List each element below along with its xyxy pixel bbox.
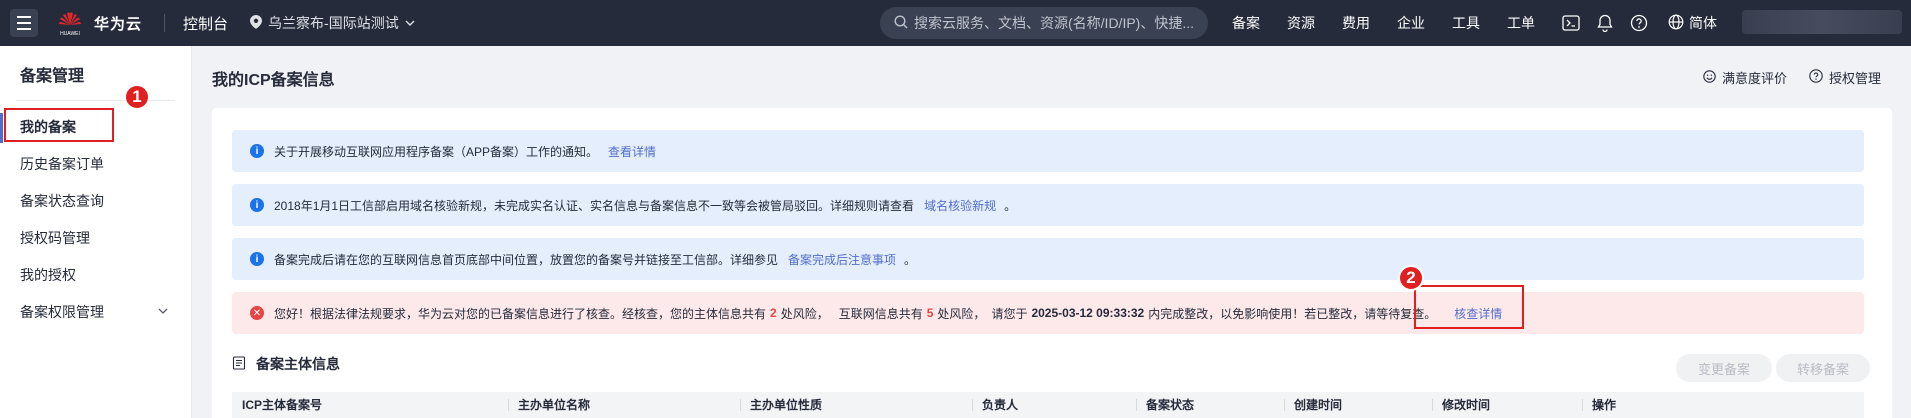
sidebar-item-status-query[interactable]: 备案状态查询 — [0, 183, 191, 220]
console-link[interactable]: 控制台 — [183, 13, 228, 34]
smiley-icon — [1703, 69, 1716, 86]
terminal-icon[interactable] — [1562, 14, 1580, 32]
help-icon[interactable] — [1630, 14, 1648, 32]
col-actions: 操作 — [1582, 392, 1616, 418]
language-selector[interactable]: 简体 — [1668, 13, 1717, 33]
sidebar-item-label: 备案权限管理 — [20, 304, 104, 320]
header-links: 满意度评价 授权管理 — [1703, 68, 1881, 87]
nav-billing[interactable]: 费用 — [1342, 13, 1370, 33]
sidebar-item-label: 备案状态查询 — [20, 193, 104, 209]
sidebar-item-label: 授权码管理 — [20, 230, 90, 246]
sidebar-item-auth-code[interactable]: 授权码管理 — [0, 220, 191, 257]
table-header: ICP主体备案号 主办单位名称 主办单位性质 负责人 备案状态 创建时间 修改时… — [232, 392, 1864, 418]
sidebar-item-my-auth[interactable]: 我的授权 — [0, 257, 191, 294]
auth-management-label: 授权管理 — [1828, 71, 1881, 86]
col-modified: 修改时间 — [1432, 392, 1490, 418]
nav-filing[interactable]: 备案 — [1232, 13, 1260, 33]
col-owner: 负责人 — [972, 392, 1018, 418]
user-account-blurred[interactable] — [1742, 10, 1902, 34]
after-filing-link[interactable]: 备案完成后注意事项 — [788, 251, 896, 268]
menu-icon[interactable] — [10, 9, 38, 37]
risk-text-3: 互联网信息共有 — [838, 306, 923, 321]
bell-icon[interactable] — [1596, 14, 1614, 32]
col-org-name: 主办单位名称 — [508, 392, 590, 418]
brand-name: 华为云 — [94, 15, 143, 33]
sidebar-item-permission-mgmt[interactable]: 备案权限管理 — [0, 294, 191, 331]
divider — [164, 14, 166, 32]
notice-suffix: 。 — [904, 252, 917, 267]
transfer-filing-button[interactable]: 转移备案 — [1776, 354, 1870, 382]
info-icon: i — [250, 252, 264, 266]
notice-domain-rule: i 2018年1月1日工信部启用域名核验新规，未完成实名认证、实名信息与备案信息… — [232, 184, 1864, 226]
change-filing-button[interactable]: 变更备案 — [1676, 354, 1772, 382]
annotation-badge-2: 2 — [1398, 265, 1424, 291]
info-icon: i — [250, 198, 264, 212]
section-header: 备案主体信息 — [232, 354, 340, 374]
notice-text: 关于开展移动互联网应用程序备案（APP备案）工作的通知。 — [274, 144, 599, 159]
col-created: 创建时间 — [1284, 392, 1342, 418]
risk-text-6: 内完成整改，以免影响使用！若已整改，请等待复查。 — [1148, 306, 1437, 321]
notice-app-filing: i 关于开展移动互联网应用程序备案（APP备案）工作的通知。 查看详情 — [232, 130, 1864, 172]
risk-text-5: 请您于 — [991, 306, 1028, 321]
sidebar-item-label: 我的授权 — [20, 267, 76, 283]
annotation-box-2 — [1414, 285, 1524, 329]
notice-text: 2018年1月1日工信部启用域名核验新规，未完成实名认证、实名信息与备案信息不一… — [274, 198, 915, 213]
view-details-link[interactable]: 查看详情 — [608, 143, 656, 160]
document-icon — [232, 355, 246, 373]
sidebar: 备案管理 我的备案 历史备案订单 备案状态查询 授权码管理 我的授权 备案权限管… — [0, 46, 192, 418]
nav-resources[interactable]: 资源 — [1287, 13, 1315, 33]
chevron-down-icon — [157, 294, 169, 331]
risk-text-1: 您好！根据法律法规要求，华为云对您的已备案信息进行了核查。经核查，您的主体信息共… — [274, 306, 767, 321]
rating-link[interactable]: 满意度评价 — [1703, 68, 1787, 87]
col-org-type: 主办单位性质 — [740, 392, 822, 418]
region-selector[interactable]: 乌兰察布-国际站测试 — [250, 13, 415, 33]
chevron-down-icon — [405, 15, 415, 31]
rating-label: 满意度评价 — [1721, 71, 1787, 86]
risk-text-2: 处风险， — [780, 306, 829, 321]
domain-rule-link[interactable]: 域名核验新规 — [924, 197, 996, 214]
globe-icon — [1668, 14, 1684, 33]
annotation-badge-1: 1 — [124, 84, 150, 110]
notice-text: 备案完成后请在您的互联网信息首页底部中间位置，放置您的备案号并链接至工信部。详细… — [274, 252, 779, 267]
nav-tools[interactable]: 工具 — [1452, 13, 1480, 33]
huawei-cloud-logo[interactable]: HUAWEI 华为云 — [56, 9, 142, 37]
top-nav: 备案 资源 费用 企业 工具 工单 简体 — [1232, 0, 1717, 46]
help-icon — [1809, 69, 1823, 86]
info-icon: i — [250, 144, 264, 158]
search-placeholder: 搜索云服务、文档、资源(名称/ID/IP)、快捷... — [914, 15, 1194, 31]
brand-subtitle: HUAWEI — [60, 31, 80, 37]
risk-text-4: 处风险， — [937, 306, 986, 321]
global-search-input[interactable]: 搜索云服务、文档、资源(名称/ID/IP)、快捷... — [880, 7, 1208, 39]
subject-risk-count: 2 — [770, 306, 777, 320]
col-icp-number: ICP主体备案号 — [242, 398, 323, 412]
deadline-time: 2025-03-12 09:33:32 — [1031, 306, 1145, 320]
notice-after-filing: i 备案完成后请在您的互联网信息首页底部中间位置，放置您的备案号并链接至工信部。… — [232, 238, 1864, 280]
location-pin-icon — [250, 14, 263, 32]
page-title: 我的ICP备案信息 — [212, 72, 335, 89]
notice-risk-check: ✕ 您好！根据法律法规要求，华为云对您的已备案信息进行了核查。经核查，您的主体信… — [232, 292, 1864, 334]
sidebar-item-label: 历史备案订单 — [20, 156, 104, 172]
col-status: 备案状态 — [1136, 392, 1194, 418]
huawei-logo-icon: HUAWEI — [56, 9, 84, 37]
section-title: 备案主体信息 — [256, 356, 340, 372]
nav-enterprise[interactable]: 企业 — [1397, 13, 1425, 33]
annotation-box-1 — [4, 108, 114, 142]
notice-suffix: 。 — [1004, 198, 1017, 213]
web-risk-count: 5 — [926, 306, 934, 320]
sidebar-item-history-orders[interactable]: 历史备案订单 — [0, 146, 191, 183]
language-label: 简体 — [1689, 15, 1717, 31]
error-icon: ✕ — [250, 306, 264, 320]
top-bar: HUAWEI 华为云 控制台 乌兰察布-国际站测试 搜索云服务、文档、资源(名称… — [0, 0, 1911, 46]
auth-management-link[interactable]: 授权管理 — [1809, 68, 1881, 87]
nav-tickets[interactable]: 工单 — [1507, 13, 1535, 33]
search-icon — [894, 14, 908, 32]
sidebar-title: 备案管理 — [20, 68, 85, 85]
region-label: 乌兰察布-国际站测试 — [268, 15, 399, 31]
